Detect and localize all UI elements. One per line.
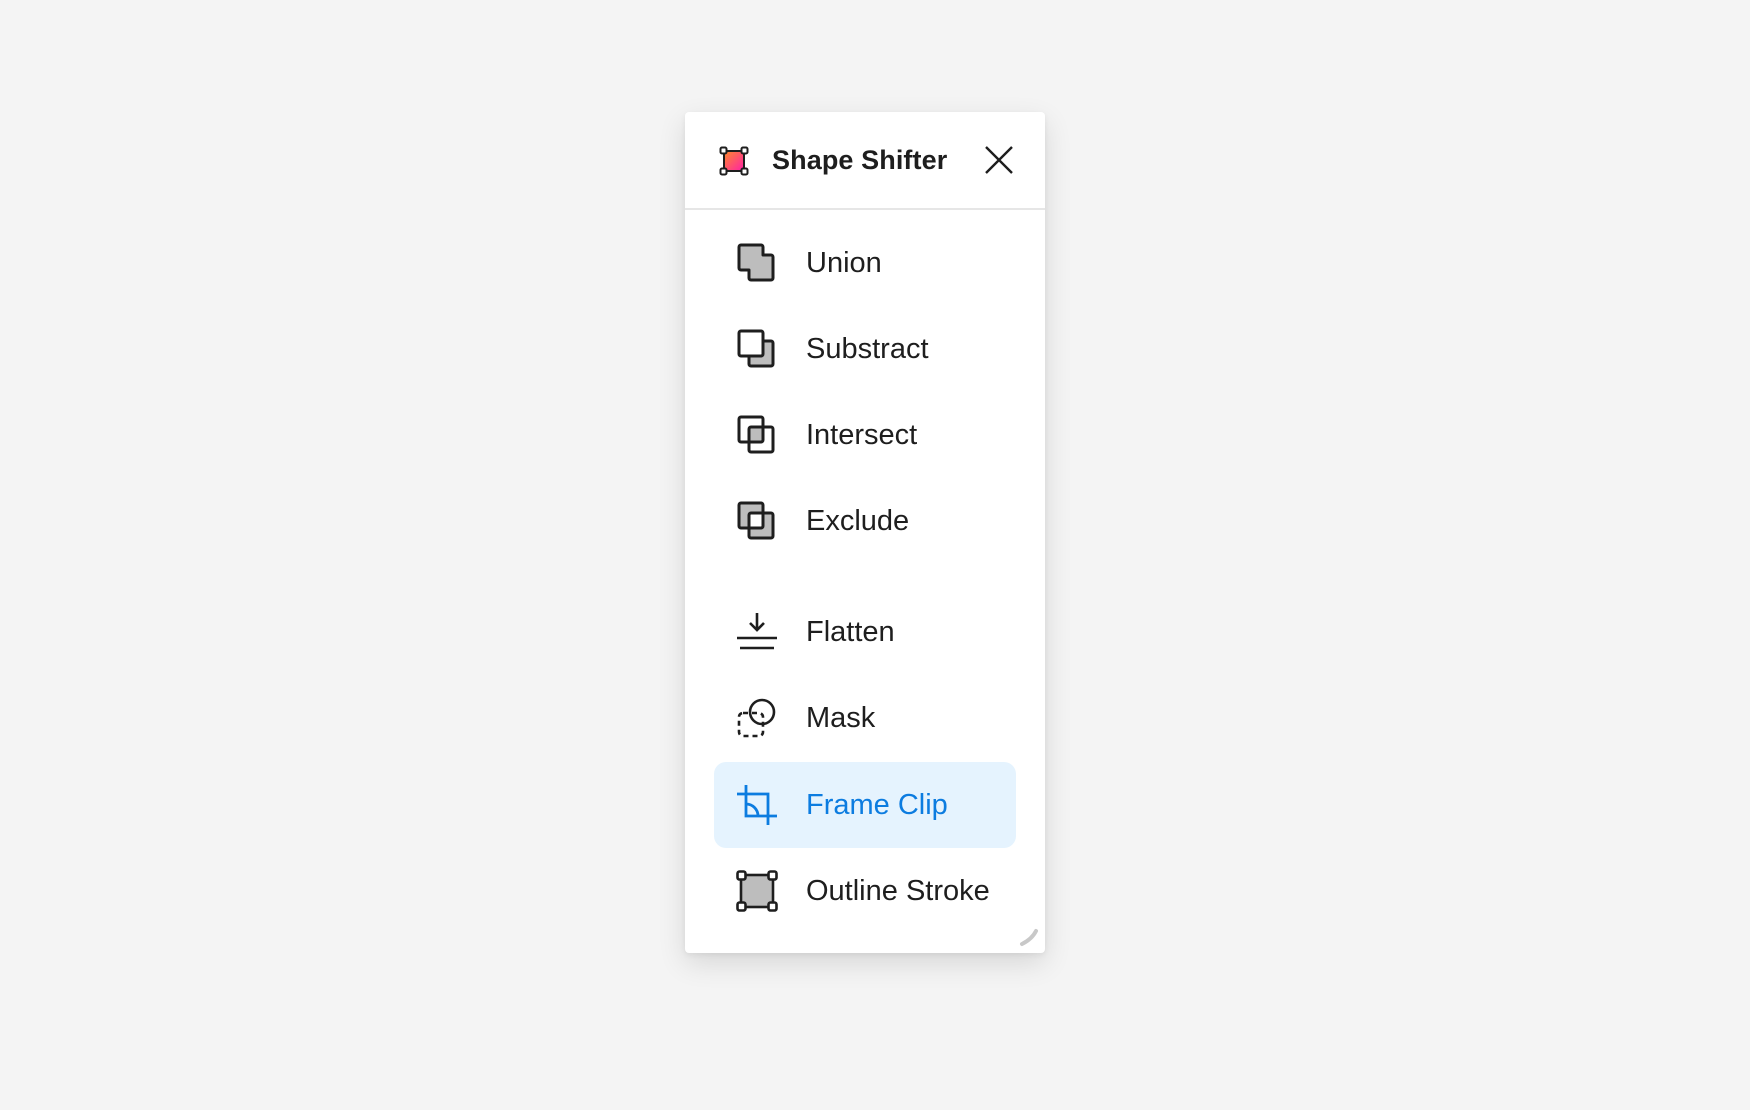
shape-shifter-logo-icon [719, 146, 749, 176]
mask-icon [737, 698, 776, 738]
menu-item-intersect[interactable]: Intersect [714, 392, 1016, 478]
menu-item-outline-stroke[interactable]: Outline Stroke [714, 848, 1016, 934]
subtract-icon [737, 329, 775, 368]
exclude-icon [737, 501, 775, 540]
menu-item-union[interactable]: Union [714, 220, 1016, 306]
panel-title: Shape Shifter [772, 145, 948, 175]
menu-item-label: Frame Clip [806, 789, 948, 821]
menu-item-frame-clip[interactable]: Frame Clip [714, 762, 1016, 848]
menu-item-substract[interactable]: Substract [714, 306, 1016, 392]
menu-item-label: Union [806, 247, 882, 279]
shape-shifter-panel: Shape Shifter Union Substract Intersect [685, 112, 1045, 953]
menu-item-flatten[interactable]: Flatten [714, 589, 1016, 675]
outline-stroke-icon [736, 870, 778, 912]
menu-item-label: Exclude [806, 505, 910, 537]
resize-grip-icon[interactable] [1019, 927, 1039, 947]
menu-item-label: Intersect [806, 419, 918, 451]
close-icon[interactable] [983, 144, 1015, 176]
flatten-icon [737, 613, 777, 650]
menu-item-label: Flatten [806, 616, 895, 648]
union-icon [737, 243, 775, 282]
menu-item-mask[interactable]: Mask [714, 675, 1016, 761]
menu-item-label: Substract [806, 333, 929, 365]
frame-clip-icon [737, 785, 777, 825]
menu-item-label: Mask [806, 702, 876, 734]
menu-item-exclude[interactable]: Exclude [714, 478, 1016, 564]
menu-item-label: Outline Stroke [806, 875, 990, 907]
panel-header[interactable]: Shape Shifter [685, 112, 1045, 210]
intersect-icon [737, 415, 775, 454]
